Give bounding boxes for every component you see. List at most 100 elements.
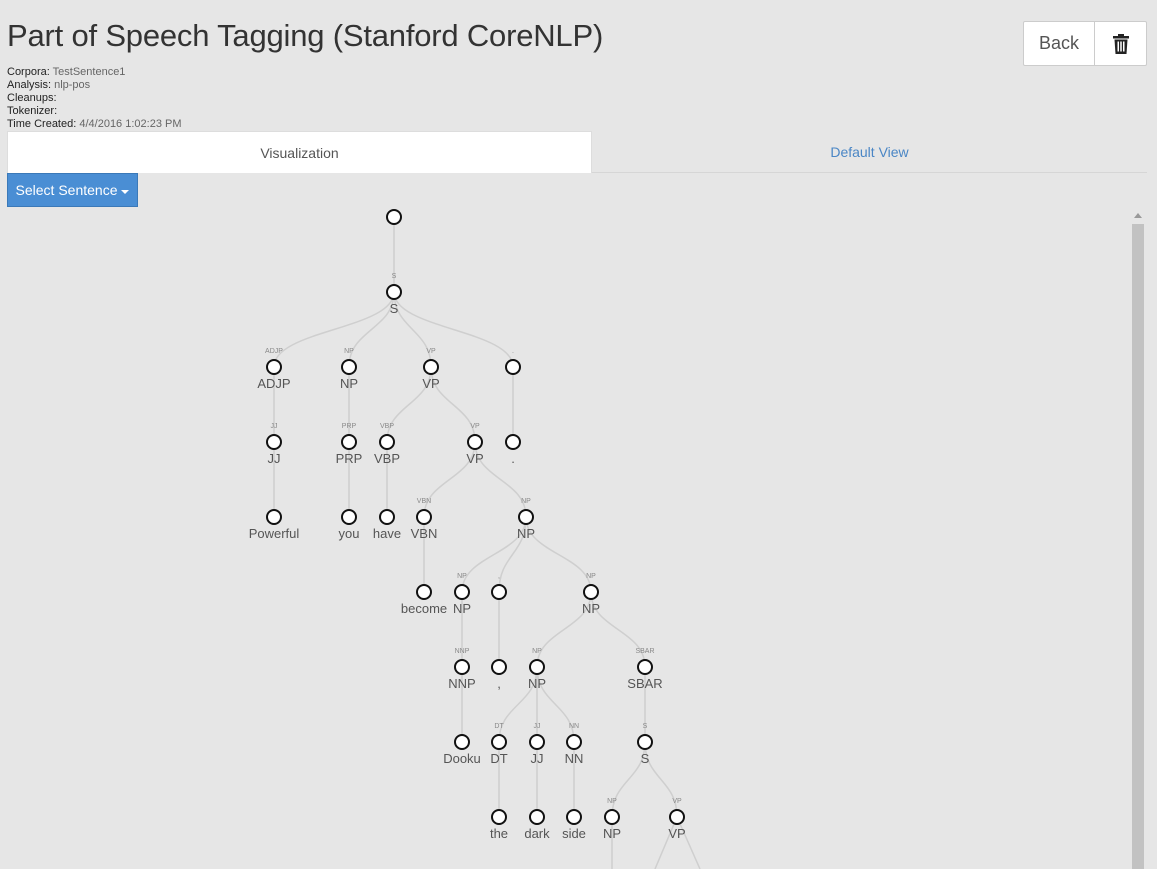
node-circle[interactable] (266, 359, 282, 375)
tree-node[interactable]: VBP VBP (374, 423, 400, 466)
node-circle[interactable] (423, 359, 439, 375)
node-circle[interactable] (266, 509, 282, 525)
tree-edge (644, 741, 678, 818)
vertical-scrollbar[interactable] (1130, 207, 1146, 869)
node-circle[interactable] (379, 434, 395, 450)
node-circle[interactable] (416, 509, 432, 525)
page-title: Part of Speech Tagging (Stanford CoreNLP… (7, 18, 604, 53)
tab-default-view[interactable]: Default View (592, 131, 1147, 173)
tree-node[interactable]: side (562, 809, 586, 841)
tree-edge (525, 516, 592, 593)
node-tag-small: JJ (271, 423, 278, 430)
tree-node[interactable]: have (373, 509, 401, 541)
tree-node[interactable]: NP NP (517, 498, 535, 541)
node-circle[interactable] (416, 584, 432, 600)
tree-node[interactable]: PRP PRP (336, 423, 363, 466)
time-created-row: Time Created: 4/4/2016 1:02:23 PM (7, 118, 182, 131)
node-label: NP (603, 826, 621, 841)
tree-node[interactable]: Powerful (249, 509, 300, 541)
tree-node[interactable]: the (490, 809, 508, 841)
node-circle[interactable] (386, 209, 402, 225)
node-circle[interactable] (566, 734, 582, 750)
tree-node[interactable]: NP NP (603, 798, 621, 841)
node-circle[interactable] (491, 809, 507, 825)
node-circle[interactable] (386, 284, 402, 300)
node-circle[interactable] (505, 434, 521, 450)
tree-node[interactable]: , (491, 573, 507, 600)
tree-node[interactable] (386, 209, 402, 225)
tree-node[interactable]: SS (386, 273, 402, 316)
node-label: ADJP (257, 376, 290, 391)
node-circle[interactable] (379, 509, 395, 525)
tree-node[interactable]: NN NN (565, 723, 584, 766)
node-circle[interactable] (505, 359, 521, 375)
corpora-row: Corpora: TestSentence1 (7, 66, 182, 79)
tree-node[interactable]: VP VP (466, 423, 483, 466)
tree-node[interactable]: SBAR SBAR (627, 648, 662, 691)
node-circle[interactable] (604, 809, 620, 825)
tree-node[interactable]: dark (524, 809, 550, 841)
tree-node[interactable]: NP NP (528, 648, 546, 691)
cleanups-label: Cleanups: (7, 92, 57, 104)
node-circle[interactable] (491, 584, 507, 600)
node-label: you (339, 526, 360, 541)
node-circle[interactable] (454, 659, 470, 675)
tree-node[interactable]: you (339, 509, 360, 541)
scroll-up-arrow-icon[interactable] (1130, 207, 1146, 223)
node-circle[interactable] (491, 734, 507, 750)
tree-node[interactable]: become (401, 584, 447, 616)
tree-node[interactable]: . (505, 348, 521, 375)
node-circle[interactable] (529, 809, 545, 825)
node-label: VP (668, 826, 685, 841)
node-circle[interactable] (454, 584, 470, 600)
node-circle[interactable] (341, 434, 357, 450)
delete-button[interactable] (1095, 21, 1147, 66)
node-circle[interactable] (637, 734, 653, 750)
tab-visualization[interactable]: Visualization (7, 131, 592, 173)
tree-node[interactable]: NP NP (453, 573, 471, 616)
parse-tree[interactable]: SSADJPADJPNPNPVPVP.JJJJPRPPRPVBPVBPVPVP.… (0, 200, 1130, 869)
tree-edge (348, 291, 395, 368)
tree-node[interactable]: NP NP (582, 573, 600, 616)
tree-node[interactable]: VP VP (422, 348, 439, 391)
tree-node[interactable]: NP NP (340, 348, 358, 391)
scroll-thumb[interactable] (1132, 224, 1144, 869)
tree-node[interactable]: DT DT (490, 723, 507, 766)
tree-node[interactable]: VP VP (668, 798, 685, 841)
node-label: Powerful (249, 526, 300, 541)
node-circle[interactable] (583, 584, 599, 600)
node-circle[interactable] (467, 434, 483, 450)
tree-node[interactable]: JJ JJ (529, 723, 545, 766)
node-tag-small: S (392, 273, 397, 280)
node-label: JJ (268, 451, 281, 466)
node-tag-small: JJ (534, 723, 541, 730)
node-label: VBN (411, 526, 438, 541)
tree-node[interactable]: SS (637, 723, 653, 766)
tree-node[interactable]: , (491, 659, 507, 691)
node-circle[interactable] (491, 659, 507, 675)
tree-node[interactable]: Dooku (443, 734, 481, 766)
node-label: become (401, 601, 447, 616)
tree-node[interactable]: ADJP ADJP (257, 348, 290, 391)
node-circle[interactable] (566, 809, 582, 825)
node-circle[interactable] (529, 659, 545, 675)
node-circle[interactable] (518, 509, 534, 525)
node-circle[interactable] (669, 809, 685, 825)
back-button[interactable]: Back (1023, 21, 1095, 66)
node-tag-small: NP (457, 573, 467, 580)
node-tag-small: VBN (417, 498, 431, 505)
node-circle[interactable] (637, 659, 653, 675)
node-label: VBP (374, 451, 400, 466)
node-label: NP (340, 376, 358, 391)
tree-node[interactable]: NNP NNP (448, 648, 475, 691)
node-label: Dooku (443, 751, 481, 766)
tree-node[interactable]: . (505, 434, 521, 466)
node-circle[interactable] (529, 734, 545, 750)
tree-node[interactable]: JJ JJ (266, 423, 282, 466)
node-circle[interactable] (266, 434, 282, 450)
node-tag-small: NP (586, 573, 596, 580)
node-circle[interactable] (341, 359, 357, 375)
tree-node[interactable]: VBN VBN (411, 498, 438, 541)
node-circle[interactable] (341, 509, 357, 525)
node-circle[interactable] (454, 734, 470, 750)
